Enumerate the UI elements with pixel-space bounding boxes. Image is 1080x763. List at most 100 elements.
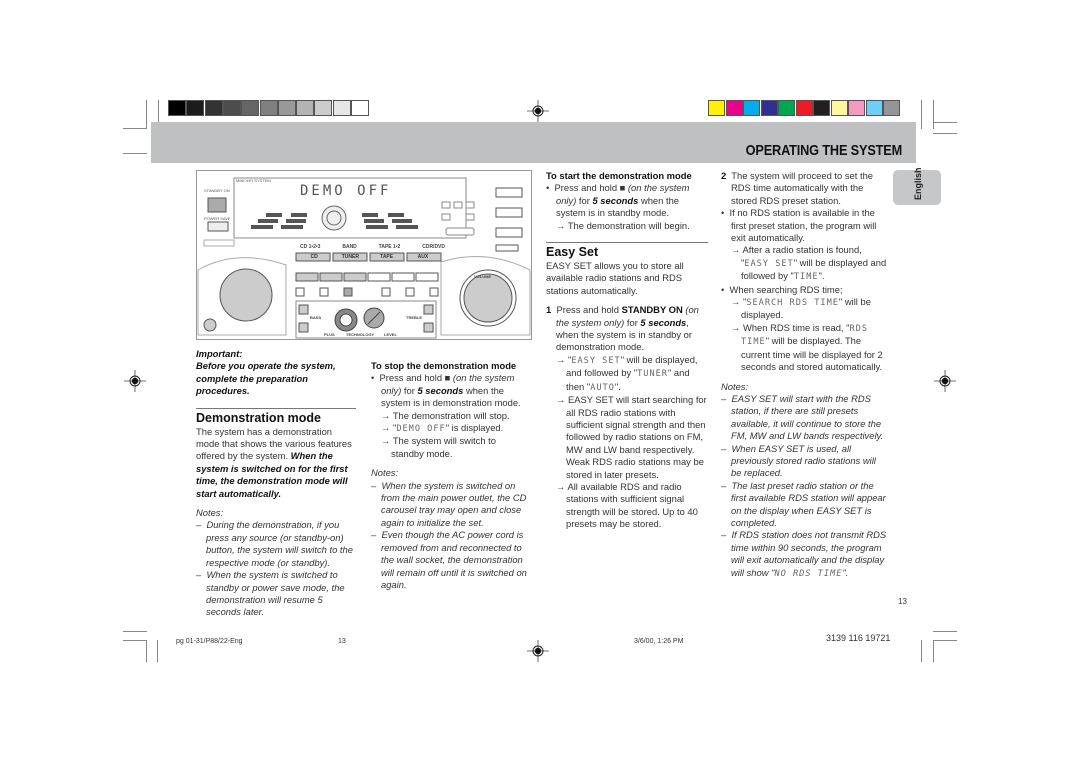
bullet-text: for bbox=[401, 384, 418, 396]
gray-swatch bbox=[204, 100, 223, 116]
step-item: 1 Press and hold STANDBY ON (on the syst… bbox=[546, 304, 708, 354]
step-item: 2 The system will proceed to set the RDS… bbox=[721, 170, 887, 207]
color-swatch bbox=[708, 100, 725, 116]
bullet-text: If no RDS station is available in the fi… bbox=[729, 207, 877, 244]
column-1: Important: Before you operate the system… bbox=[196, 348, 356, 619]
power-save-label: POWER SAVE bbox=[204, 216, 231, 221]
source-button-tuner: TUNER bbox=[341, 254, 359, 260]
notes-label: Notes: bbox=[196, 507, 224, 519]
color-swatch bbox=[760, 100, 778, 116]
brand-label: MINI HIFI SYSTEM bbox=[236, 178, 271, 183]
note-item: – The last preset radio station or the f… bbox=[721, 479, 886, 528]
color-swatch bbox=[743, 100, 760, 116]
bullet-text: Press and hold bbox=[554, 182, 620, 194]
crop-mark bbox=[123, 128, 147, 129]
lcd-text: TUNER bbox=[637, 369, 668, 380]
demonstration-intro: The system has a demonstration mode that… bbox=[196, 426, 356, 500]
source-label: CDR/DVD bbox=[422, 244, 445, 250]
bullet-text: Press and hold bbox=[379, 372, 445, 384]
step-bold: 5 seconds bbox=[640, 316, 687, 328]
source-label: BAND bbox=[342, 244, 357, 250]
color-swatch bbox=[813, 100, 830, 116]
crop-mark bbox=[157, 640, 158, 662]
plus-label: PLUS bbox=[324, 332, 335, 337]
device-display-text: DEMO OFF bbox=[300, 183, 392, 199]
gray-swatch bbox=[222, 100, 241, 116]
language-tab-label: English bbox=[913, 167, 923, 200]
crop-mark bbox=[933, 631, 957, 632]
crop-mark bbox=[933, 100, 934, 129]
color-swatch bbox=[778, 100, 795, 116]
registration-mark-icon bbox=[527, 640, 549, 662]
subheading-stop-demo: To stop the demonstration mode bbox=[371, 360, 517, 371]
step-bold: STANDBY ON bbox=[621, 304, 683, 316]
note-item: – EASY SET will start with the RDS stati… bbox=[721, 392, 884, 442]
color-swatch bbox=[795, 100, 813, 116]
crop-mark bbox=[123, 153, 147, 154]
lcd-text: EASY SET bbox=[571, 355, 621, 366]
note-item: – Even though the AC power cord is remov… bbox=[371, 529, 527, 590]
gray-swatch bbox=[168, 100, 186, 116]
notes-label: Notes: bbox=[371, 467, 399, 479]
result-text: The demonstration will begin. bbox=[567, 219, 690, 231]
result-text: EASY SET will start searching for all RD… bbox=[566, 394, 707, 480]
bullet-item: • When searching RDS time; bbox=[721, 283, 843, 295]
gray-swatch bbox=[259, 100, 278, 116]
notes-label: Notes: bbox=[721, 380, 749, 392]
section-divider bbox=[546, 242, 708, 244]
lcd-text: EASY SET bbox=[744, 258, 794, 269]
section-divider bbox=[196, 407, 356, 409]
step-number: 2 bbox=[721, 170, 727, 181]
note-item: – During the demonstration, if you press… bbox=[196, 519, 353, 568]
source-buttons: CD TUNER TAPE AUX bbox=[296, 254, 441, 260]
crop-mark bbox=[921, 100, 922, 129]
registration-mark-icon bbox=[527, 100, 549, 122]
gray-swatch bbox=[296, 100, 315, 116]
color-swatch bbox=[830, 100, 848, 116]
step-number: 1 bbox=[546, 304, 552, 316]
bullet-bold: 5 seconds bbox=[417, 384, 464, 396]
result-text: When RDS time is read, " bbox=[742, 321, 850, 333]
page-title: OPERATING THE SYSTEM bbox=[745, 142, 903, 159]
crop-mark bbox=[123, 640, 147, 641]
bullet-bold: 5 seconds bbox=[592, 194, 639, 206]
result-text: ". bbox=[818, 270, 825, 282]
note-text: Even though the AC power cord is removed… bbox=[381, 529, 527, 590]
crop-mark bbox=[123, 631, 147, 632]
result-item: → "EASY SET" will be displayed, and foll… bbox=[556, 353, 698, 393]
note-item: – When the system is switched to standby… bbox=[196, 569, 345, 618]
result-item: → "DEMO OFF" is displayed. bbox=[381, 422, 504, 435]
column-3: To start the demonstration mode • Press … bbox=[546, 170, 708, 531]
color-swatch bbox=[848, 100, 865, 116]
bullet-item: • Press and hold ■ (on the system only) … bbox=[371, 372, 521, 409]
color-swatch bbox=[883, 100, 900, 116]
section-title-demonstration-mode: Demonstration mode bbox=[196, 410, 322, 425]
source-button-aux: AUX bbox=[417, 254, 429, 260]
registration-mark-icon bbox=[124, 370, 146, 392]
note-text: When the system is switched to standby o… bbox=[206, 569, 345, 618]
crop-mark bbox=[146, 100, 147, 129]
step-text: Press and hold bbox=[556, 304, 622, 316]
bass-label: BASS bbox=[310, 315, 322, 320]
technology-label: TECHNOLOGY bbox=[346, 332, 375, 337]
result-item: → All available RDS and radio stations w… bbox=[556, 480, 698, 530]
crop-mark bbox=[921, 640, 922, 662]
footer-code: 3139 116 19721 bbox=[826, 633, 891, 643]
result-text: All available RDS and radio stations wit… bbox=[566, 480, 698, 530]
lcd-text: NO RDS TIME bbox=[774, 568, 843, 579]
crop-mark bbox=[933, 122, 957, 123]
footer-page: 13 bbox=[338, 638, 346, 645]
crop-mark bbox=[933, 640, 934, 662]
source-label: TAPE 1•2 bbox=[378, 244, 401, 250]
step-text: The system will proceed to set the RDS t… bbox=[731, 170, 873, 206]
footer-filename: pg 01-31/P88/22-Eng bbox=[176, 638, 243, 645]
note-text: ". bbox=[842, 566, 849, 578]
result-text: " is displayed. bbox=[445, 422, 504, 434]
lcd-text: DEMO OFF bbox=[396, 424, 446, 435]
gray-swatch bbox=[314, 100, 333, 116]
important-label: Important: bbox=[196, 348, 243, 359]
level-label: LEVEL bbox=[384, 332, 397, 337]
crop-mark bbox=[933, 640, 957, 641]
note-text: When the system is switched on from the … bbox=[381, 479, 527, 528]
language-tab: English bbox=[893, 167, 941, 205]
